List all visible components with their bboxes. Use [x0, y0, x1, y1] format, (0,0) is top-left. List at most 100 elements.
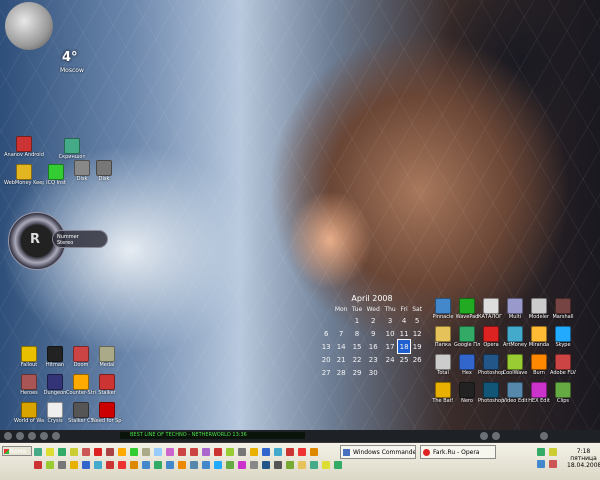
start-button[interactable]: Кома	[2, 446, 32, 456]
desktop-icon[interactable]: Clips	[550, 382, 576, 404]
quick-launch-icon[interactable]	[226, 448, 234, 456]
quick-launch-icon[interactable]	[166, 448, 174, 456]
desktop-icon[interactable]: Marshall	[550, 298, 576, 320]
calendar-day[interactable]: 24	[382, 353, 398, 366]
calendar-day[interactable]: 11	[398, 327, 410, 340]
quick-launch-icon[interactable]	[70, 448, 78, 456]
desktop-icon[interactable]: Photoshop 7.0	[478, 382, 504, 404]
calendar-day[interactable]	[332, 314, 350, 327]
quick-launch-icon[interactable]	[262, 448, 270, 456]
prev-icon[interactable]	[4, 432, 12, 440]
desktop-icon[interactable]: WavePad	[454, 298, 480, 320]
calendar-day[interactable]: 27	[320, 366, 332, 379]
quick-launch-icon[interactable]	[214, 448, 222, 456]
calendar-day[interactable]	[398, 366, 410, 379]
desktop-icon[interactable]: Pinnacle	[430, 298, 456, 320]
desktop-icon[interactable]: Total	[430, 354, 456, 376]
desktop-icon[interactable]: The Bat!	[430, 382, 456, 404]
calendar-day[interactable]: 29	[350, 366, 364, 379]
quick-launch-icon[interactable]	[58, 461, 66, 469]
play-icon[interactable]	[16, 432, 24, 440]
desktop-icon[interactable]: Hex	[454, 354, 480, 376]
quick-launch-icon[interactable]	[94, 461, 102, 469]
quick-launch-icon[interactable]	[130, 461, 138, 469]
desktop-icon[interactable]: КАТАЛОГ ФИЛЬМОВ	[478, 298, 504, 320]
calendar-day[interactable]: 1	[350, 314, 364, 327]
quick-launch-icon[interactable]	[106, 461, 114, 469]
calendar-day[interactable]	[320, 314, 332, 327]
calendar-day[interactable]: 2	[364, 314, 382, 327]
desktop-icon[interactable]: Miranda	[526, 326, 552, 348]
volume-tray-icon[interactable]	[537, 460, 545, 468]
calendar-day[interactable]: 30	[364, 366, 382, 379]
quick-launch-icon[interactable]	[166, 461, 174, 469]
calendar-day[interactable]: 8	[350, 327, 364, 340]
media-gadget[interactable]: R Nummer Stereo	[8, 212, 108, 270]
desktop-icon[interactable]: Medal	[92, 346, 122, 368]
quick-launch-icon[interactable]	[310, 461, 318, 469]
quick-launch-icon[interactable]	[142, 461, 150, 469]
quick-launch-icon[interactable]	[274, 461, 282, 469]
calendar-day[interactable]	[410, 366, 424, 379]
desktop-icon[interactable]: Photoshop	[478, 354, 504, 376]
quick-launch-icon[interactable]	[94, 448, 102, 456]
quick-launch-icon[interactable]	[334, 461, 342, 469]
desktop-icon[interactable]: Burn	[526, 354, 552, 376]
calendar-day[interactable]: 28	[332, 366, 350, 379]
desktop-icon[interactable]: Skype	[550, 326, 576, 348]
quick-launch-icon[interactable]	[298, 448, 306, 456]
quick-launch-icon[interactable]	[274, 448, 282, 456]
quick-launch-icon[interactable]	[250, 461, 258, 469]
calendar-day[interactable]: 21	[332, 353, 350, 366]
quick-launch-icon[interactable]	[130, 448, 138, 456]
desktop-icon[interactable]: HEX Edit	[526, 382, 552, 404]
quick-launch-icon[interactable]	[118, 448, 126, 456]
calendar-day[interactable]: 10	[382, 327, 398, 340]
quick-launch-icon[interactable]	[106, 448, 114, 456]
calendar-day[interactable]: 17	[382, 340, 398, 353]
calendar-day[interactable]: 7	[332, 327, 350, 340]
quick-launch-icon[interactable]	[154, 448, 162, 456]
calendar-day[interactable]: 15	[350, 340, 364, 353]
calendar-day[interactable]: 20	[320, 353, 332, 366]
update-icon[interactable]	[549, 460, 557, 468]
task-opera[interactable]: Fark.Ru - Opera	[420, 445, 496, 459]
desktop-icon[interactable]: Ananov Android	[4, 136, 44, 158]
quick-launch-icon[interactable]	[46, 461, 54, 469]
security-icon[interactable]	[549, 448, 557, 456]
quick-launch-icon[interactable]	[178, 461, 186, 469]
quick-launch-icon[interactable]	[190, 448, 198, 456]
quick-launch-icon[interactable]	[82, 461, 90, 469]
quick-launch-icon[interactable]	[70, 461, 78, 469]
quick-launch-icon[interactable]	[322, 461, 330, 469]
desktop-icon[interactable]: Video Edit	[502, 382, 528, 404]
calendar-day[interactable]: 23	[364, 353, 382, 366]
desktop-icon[interactable]: Папка	[430, 326, 456, 348]
quick-launch-icon[interactable]	[286, 461, 294, 469]
calendar-day[interactable]: 18	[396, 339, 412, 354]
quick-launch-icon[interactable]	[250, 448, 258, 456]
quick-launch-icon[interactable]	[58, 448, 66, 456]
quick-launch-icon[interactable]	[34, 461, 42, 469]
calendar-day[interactable]: 3	[382, 314, 398, 327]
quick-launch-icon[interactable]	[142, 448, 150, 456]
repeat-icon[interactable]	[492, 432, 500, 440]
calendar-day[interactable]: 25	[398, 353, 410, 366]
desktop-icon[interactable]: CoolWave	[502, 354, 528, 376]
tray-clock[interactable]: 7:18 пятница 18.04.2008	[567, 448, 600, 469]
next-icon[interactable]	[52, 432, 60, 440]
shuffle-icon[interactable]	[480, 432, 488, 440]
desktop-icon[interactable]: Modeler	[526, 298, 552, 320]
desktop-icon[interactable]: Скриншот	[52, 138, 92, 160]
desktop-icon[interactable]: Disk	[84, 160, 124, 182]
quick-launch-icon[interactable]	[202, 461, 210, 469]
task-windows-commander[interactable]: Windows Commander 5...	[340, 445, 416, 459]
quick-launch-icon[interactable]	[238, 461, 246, 469]
network-icon[interactable]	[537, 448, 545, 456]
quick-launch-icon[interactable]	[178, 448, 186, 456]
quick-launch-icon[interactable]	[226, 461, 234, 469]
calendar-day[interactable]: 13	[320, 340, 332, 353]
quick-launch-icon[interactable]	[190, 461, 198, 469]
calendar-day[interactable]	[382, 366, 398, 379]
quick-launch-icon[interactable]	[238, 448, 246, 456]
